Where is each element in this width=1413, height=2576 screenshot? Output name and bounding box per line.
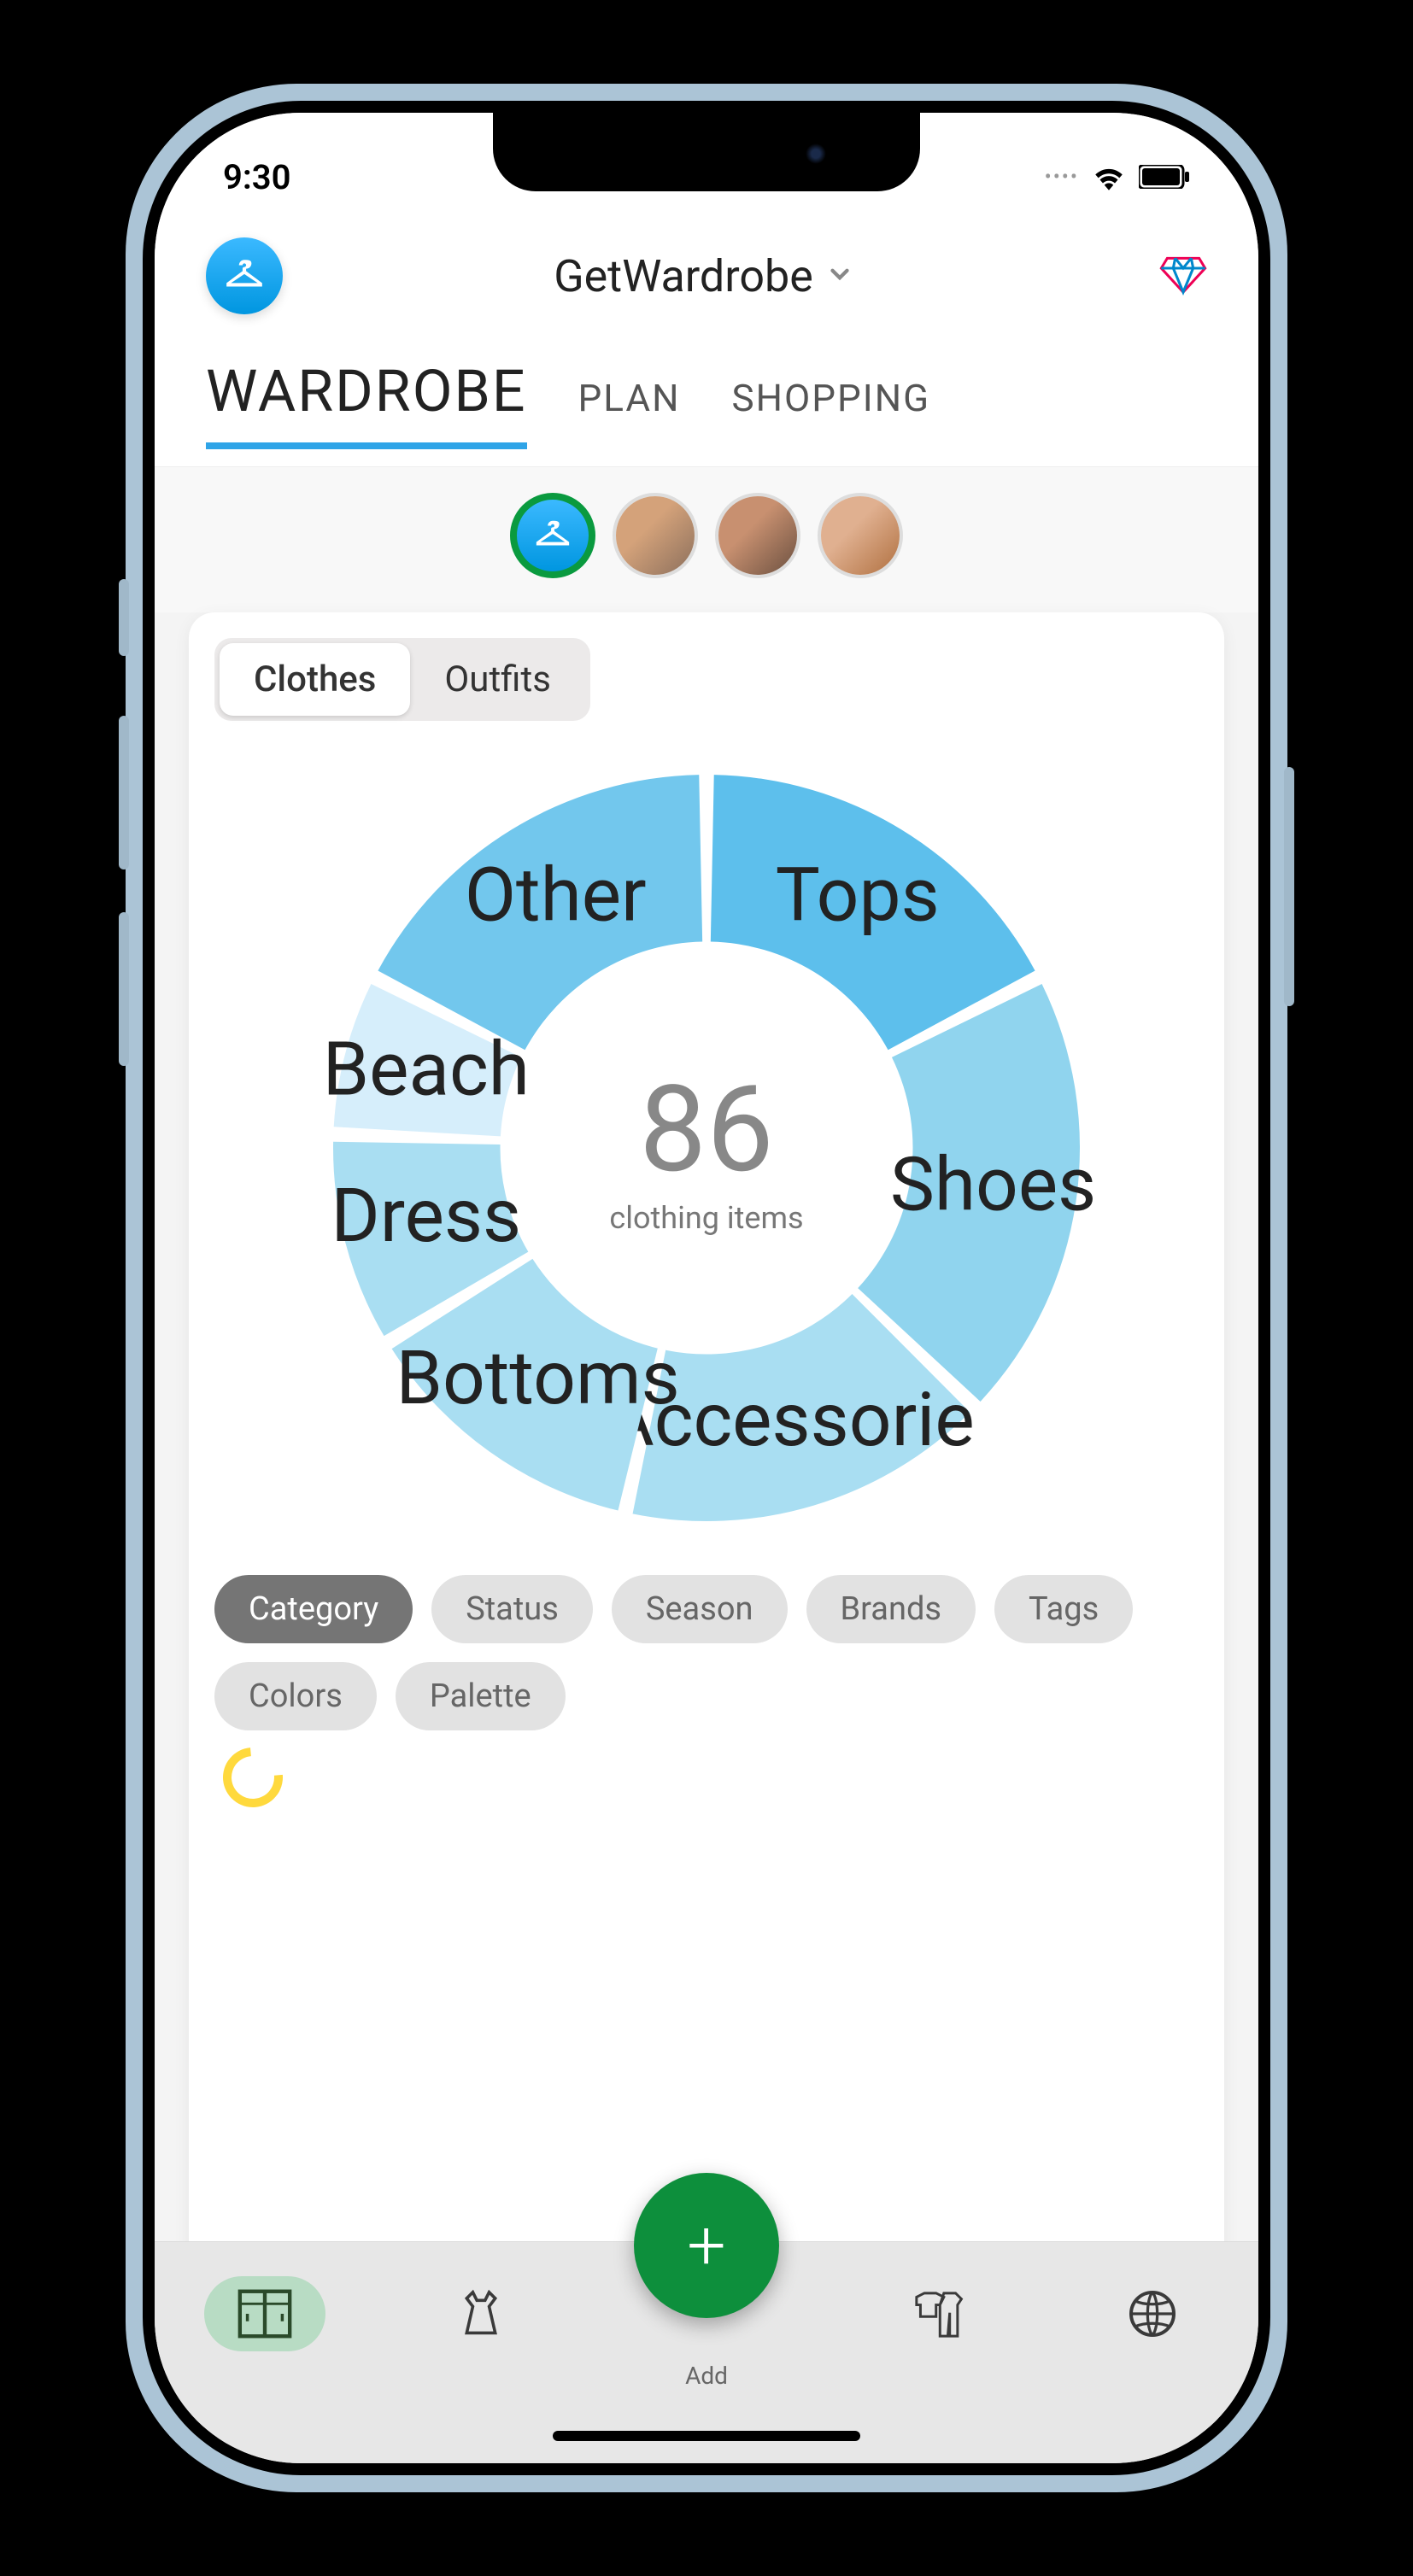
cellular-dots-icon: ••••: [1045, 165, 1079, 189]
donut-slice-label: Other: [465, 852, 647, 940]
hanger-icon: [533, 516, 572, 555]
avatar: [821, 496, 900, 575]
donut-slice-label: Tops: [776, 852, 940, 940]
screen: 9:30 •••• GetWardrobe: [155, 113, 1258, 2463]
phone-frame: 9:30 •••• GetWardrobe: [126, 84, 1287, 2492]
donut-chart[interactable]: TopsShoesAccessorieBottomsDressBeachOthe…: [214, 755, 1199, 1541]
add-button[interactable]: +: [634, 2173, 779, 2318]
chip-category[interactable]: Category: [214, 1575, 413, 1643]
phone-silent-switch: [119, 579, 129, 656]
nav-add-label: Add: [685, 2362, 728, 2390]
profile-avatar-1[interactable]: [613, 493, 698, 578]
tab-plan[interactable]: PLAN: [578, 376, 681, 437]
outfit-icon: [911, 2288, 965, 2341]
wifi-icon: [1091, 163, 1127, 190]
nav-dress[interactable]: [425, 2276, 536, 2353]
donut-slice-label: Beach: [323, 1026, 530, 1113]
profile-main[interactable]: [510, 493, 595, 578]
chip-palette[interactable]: Palette: [396, 1662, 566, 1730]
chip-season[interactable]: Season: [612, 1575, 788, 1643]
donut-center: 86 clothing items: [609, 1060, 803, 1236]
phone-power-button: [1284, 767, 1294, 1006]
donut-sublabel: clothing items: [609, 1200, 803, 1236]
chip-status[interactable]: Status: [431, 1575, 593, 1643]
battery-icon: [1139, 165, 1190, 189]
avatar: [616, 496, 695, 575]
donut-total: 86: [609, 1060, 803, 1200]
donut-slice-label: Bottoms: [396, 1335, 680, 1422]
profile-selector: [155, 467, 1258, 612]
gem-icon[interactable]: [1159, 250, 1207, 302]
progress-ring-icon: [211, 1736, 296, 1820]
nav-globe[interactable]: [1096, 2276, 1209, 2351]
hint-row: [214, 1730, 1199, 1824]
home-indicator[interactable]: [553, 2431, 860, 2441]
chip-colors[interactable]: Colors: [214, 1662, 377, 1730]
tab-shopping[interactable]: SHOPPING: [731, 376, 930, 437]
filter-chips: Category Status Season Brands Tags Color…: [214, 1575, 1199, 1730]
avatar: [718, 496, 797, 575]
donut-slice-label: Shoes: [890, 1141, 1096, 1228]
hanger-icon: [223, 255, 266, 297]
wardrobe-card: Clothes Outfits TopsShoesAccessorieBotto…: [189, 612, 1224, 2429]
globe-icon: [1127, 2288, 1178, 2339]
chip-tags[interactable]: Tags: [994, 1575, 1133, 1643]
profile-avatar-2[interactable]: [715, 493, 800, 578]
app-logo[interactable]: [206, 237, 283, 314]
chevron-down-icon: [825, 260, 854, 292]
status-time: 9:30: [223, 157, 290, 197]
phone-notch: [493, 113, 920, 191]
wardrobe-icon: [235, 2288, 295, 2339]
segment-clothes[interactable]: Clothes: [220, 643, 410, 716]
nav-outfit[interactable]: [880, 2276, 996, 2353]
dress-icon: [456, 2288, 506, 2341]
phone-volume-down: [119, 912, 129, 1066]
donut-slice-label: Dress: [331, 1173, 521, 1260]
app-header: GetWardrobe: [155, 215, 1258, 348]
segment-outfits[interactable]: Outfits: [410, 643, 584, 716]
chip-brands[interactable]: Brands: [806, 1575, 976, 1643]
main-tabs: WARDROBE PLAN SHOPPING: [155, 348, 1258, 467]
nav-wardrobe[interactable]: [204, 2276, 325, 2351]
profile-avatar-3[interactable]: [818, 493, 903, 578]
app-title: GetWardrobe: [554, 250, 813, 302]
tab-wardrobe[interactable]: WARDROBE: [206, 357, 527, 449]
segmented-control: Clothes Outfits: [214, 638, 590, 721]
plus-icon: +: [687, 2211, 725, 2280]
app-title-dropdown[interactable]: GetWardrobe: [274, 250, 1134, 302]
phone-volume-up: [119, 716, 129, 869]
